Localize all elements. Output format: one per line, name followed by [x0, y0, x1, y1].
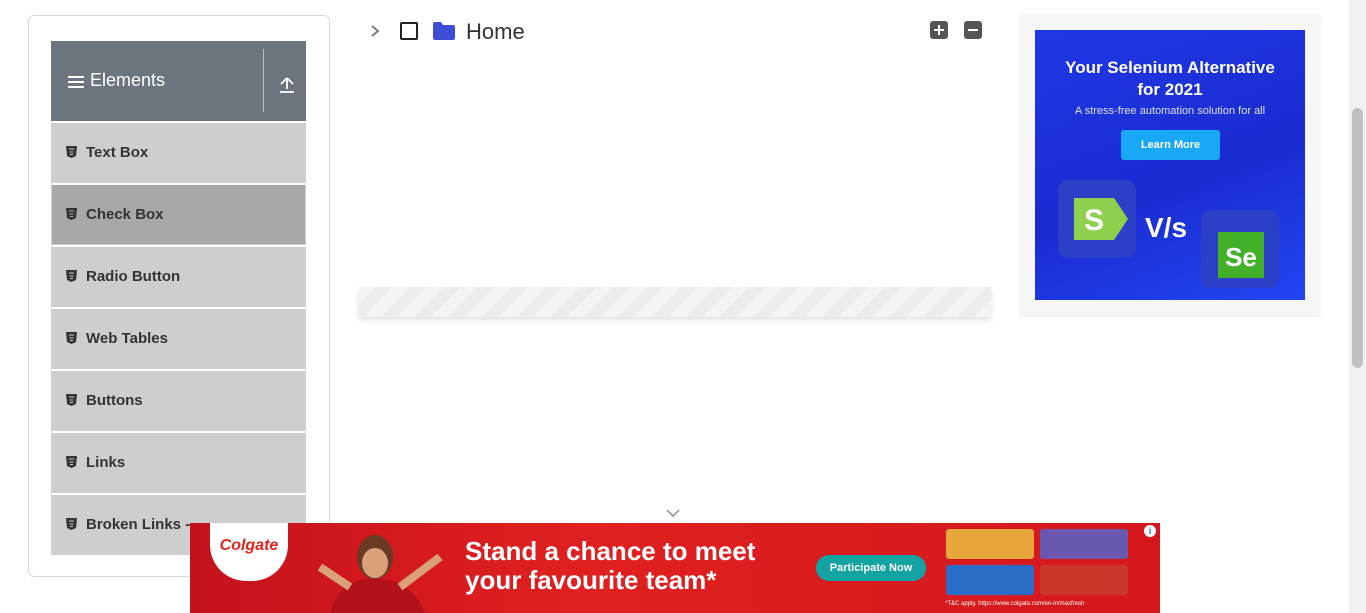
collapse-group-icon[interactable] — [279, 76, 295, 94]
scrollbar-thumb[interactable] — [1352, 108, 1363, 368]
toothpaste-products-image — [946, 529, 1128, 595]
menu-item-radio-button[interactable]: Radio Button — [51, 245, 306, 307]
html5-icon — [66, 518, 77, 530]
elements-group-header[interactable]: Elements — [51, 41, 306, 121]
elements-menu-list: Text Box Check Box Radio Button Web Tabl… — [51, 121, 306, 555]
menu-item-web-tables[interactable]: Web Tables — [51, 307, 306, 369]
ad-headline-line1: Your Selenium Alternative — [1065, 58, 1275, 77]
menu-item-label: Broken Links - — [86, 516, 191, 533]
ad-info-icon[interactable]: i — [1144, 525, 1156, 537]
participate-now-button[interactable]: Participate Now — [816, 555, 926, 581]
ad-person-image — [317, 535, 443, 613]
group-title: Elements — [90, 70, 166, 90]
menu-item-label: Buttons — [86, 392, 143, 409]
expand-all-button[interactable] — [930, 21, 948, 39]
html5-icon — [66, 270, 77, 282]
menu-item-links[interactable]: Links — [51, 431, 306, 493]
ad-terms-text: *T&C apply. https://www.colgate.com/en-i… — [945, 601, 1085, 607]
selenium-logo-text: Se — [1218, 232, 1264, 278]
colgate-banner-ad[interactable]: Colgate Stand a chance to meet your favo… — [190, 523, 1160, 613]
ad-subtext: A stress-free automation solution for al… — [1074, 105, 1266, 117]
ad-learn-more-button[interactable]: Learn More — [1121, 130, 1220, 160]
hamburger-icon — [68, 76, 84, 88]
chevron-right-icon[interactable] — [368, 21, 382, 41]
menu-item-label: Links — [86, 454, 126, 471]
ad-headline-line1: Stand a chance to meet — [465, 536, 756, 566]
html5-icon — [66, 332, 77, 344]
katalon-logo-mark: S — [1074, 198, 1128, 240]
html5-icon — [66, 146, 77, 158]
folder-icon — [433, 22, 455, 40]
menu-item-label: Web Tables — [86, 330, 168, 347]
right-ad-frame: Your Selenium Alternative for 2021 A str… — [1020, 15, 1320, 315]
menu-item-label: Text Box — [86, 144, 149, 161]
selenium-alternative-ad[interactable]: Your Selenium Alternative for 2021 A str… — [1035, 30, 1305, 300]
ad-headline-line2: for 2021 — [1137, 80, 1203, 99]
ad-vs-text: V/s — [1145, 212, 1188, 243]
selenium-logo-icon: Se — [1201, 210, 1279, 288]
html5-icon — [66, 208, 77, 220]
menu-item-check-box[interactable]: Check Box — [51, 183, 306, 245]
home-checkbox[interactable] — [400, 22, 418, 40]
result-placeholder-banner — [359, 287, 991, 317]
katalon-logo-icon: S — [1058, 180, 1136, 258]
left-panel: Elements Text Box Check Box Radio Button… — [28, 15, 330, 577]
menu-item-label: Check Box — [86, 206, 164, 223]
page-scrollbar[interactable] — [1349, 0, 1366, 613]
colgate-logo: Colgate — [210, 523, 288, 581]
menu-item-buttons[interactable]: Buttons — [51, 369, 306, 431]
header-divider — [263, 49, 264, 112]
chevron-down-icon — [666, 509, 680, 517]
collapse-all-button[interactable] — [964, 21, 982, 39]
katalon-logo-letter: S — [1084, 204, 1104, 237]
html5-icon — [66, 456, 77, 468]
html5-icon — [66, 394, 77, 406]
menu-item-label: Radio Button — [86, 268, 181, 285]
menu-item-text-box[interactable]: Text Box — [51, 121, 306, 183]
tree-node-label[interactable]: Home — [466, 19, 525, 45]
ad-headline-line2: your favourite team* — [465, 565, 717, 595]
